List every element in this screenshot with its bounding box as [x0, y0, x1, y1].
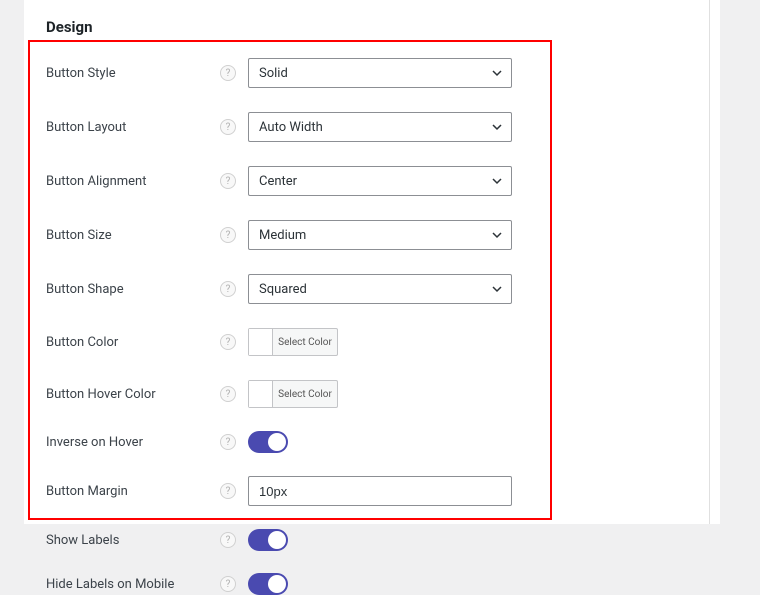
- chevron-down-icon: [491, 283, 503, 295]
- help-icon[interactable]: ?: [220, 386, 236, 402]
- select-button-style[interactable]: Solid: [248, 58, 512, 88]
- chevron-down-icon: [491, 175, 503, 187]
- help-icon[interactable]: ?: [220, 119, 236, 135]
- toggle-show-labels[interactable]: [248, 529, 288, 551]
- label-button-alignment: Button Alignment: [46, 174, 220, 189]
- chevron-down-icon: [491, 229, 503, 241]
- color-swatch: [249, 329, 273, 355]
- row-inverse-on-hover: Inverse on Hover ?: [46, 432, 698, 452]
- label-button-shape: Button Shape: [46, 282, 220, 297]
- label-button-margin: Button Margin: [46, 484, 220, 499]
- help-icon[interactable]: ?: [220, 576, 236, 592]
- select-button-layout-value: Auto Width: [259, 120, 323, 135]
- row-button-margin: Button Margin ?: [46, 476, 698, 506]
- select-button-shape-value: Squared: [259, 282, 307, 297]
- help-icon[interactable]: ?: [220, 483, 236, 499]
- help-icon[interactable]: ?: [220, 227, 236, 243]
- label-button-size: Button Size: [46, 228, 220, 243]
- row-button-alignment: Button Alignment ? Center: [46, 166, 698, 196]
- label-button-style: Button Style: [46, 66, 220, 81]
- row-button-size: Button Size ? Medium: [46, 220, 698, 250]
- color-picker-button-hover-color[interactable]: Select Color: [248, 380, 338, 408]
- row-hide-labels-mobile: Hide Labels on Mobile ?: [46, 574, 698, 594]
- panel-right-edge: [709, 0, 710, 524]
- select-button-alignment-value: Center: [259, 174, 297, 189]
- label-hide-labels-mobile: Hide Labels on Mobile: [46, 577, 220, 592]
- label-show-labels: Show Labels: [46, 533, 220, 548]
- row-button-color: Button Color ? Select Color: [46, 328, 698, 356]
- row-button-shape: Button Shape ? Squared: [46, 274, 698, 304]
- toggle-inverse-on-hover[interactable]: [248, 431, 288, 453]
- toggle-knob: [268, 531, 286, 549]
- toggle-knob: [268, 433, 286, 451]
- row-show-labels: Show Labels ?: [46, 530, 698, 550]
- select-button-size[interactable]: Medium: [248, 220, 512, 250]
- label-inverse-on-hover: Inverse on Hover: [46, 435, 220, 450]
- label-button-hover-color: Button Hover Color: [46, 387, 220, 402]
- chevron-down-icon: [491, 67, 503, 79]
- help-icon[interactable]: ?: [220, 281, 236, 297]
- color-swatch: [249, 381, 273, 407]
- select-button-style-value: Solid: [259, 66, 288, 81]
- section-heading: Design: [46, 18, 698, 36]
- input-button-margin[interactable]: [248, 476, 512, 506]
- toggle-hide-labels-mobile[interactable]: [248, 573, 288, 595]
- help-icon[interactable]: ?: [220, 532, 236, 548]
- select-button-alignment[interactable]: Center: [248, 166, 512, 196]
- label-button-layout: Button Layout: [46, 120, 220, 135]
- help-icon[interactable]: ?: [220, 334, 236, 350]
- help-icon[interactable]: ?: [220, 65, 236, 81]
- label-button-color: Button Color: [46, 335, 220, 350]
- select-button-shape[interactable]: Squared: [248, 274, 512, 304]
- chevron-down-icon: [491, 121, 503, 133]
- row-button-hover-color: Button Hover Color ? Select Color: [46, 380, 698, 408]
- color-picker-label: Select Color: [273, 381, 337, 407]
- help-icon[interactable]: ?: [220, 173, 236, 189]
- row-button-style: Button Style ? Solid: [46, 58, 698, 88]
- color-picker-label: Select Color: [273, 329, 337, 355]
- select-button-layout[interactable]: Auto Width: [248, 112, 512, 142]
- select-button-size-value: Medium: [259, 228, 306, 243]
- toggle-knob: [268, 575, 286, 593]
- color-picker-button-color[interactable]: Select Color: [248, 328, 338, 356]
- row-button-layout: Button Layout ? Auto Width: [46, 112, 698, 142]
- help-icon[interactable]: ?: [220, 434, 236, 450]
